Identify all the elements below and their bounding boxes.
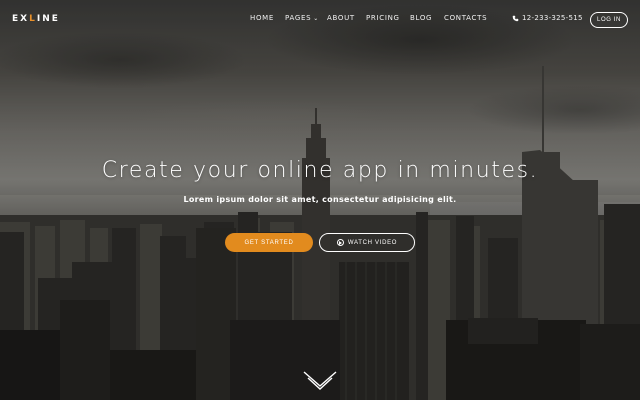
play-circle-icon xyxy=(336,239,344,246)
hero-subtitle: Lorem ipsum dolor sit amet, consectetur … xyxy=(183,195,457,204)
chevron-down-icon: ⌄ xyxy=(313,14,319,22)
watch-video-label: WATCH VIDEO xyxy=(347,239,398,246)
nav-item-about[interactable]: ABOUT xyxy=(327,14,355,22)
login-button[interactable]: LOG IN xyxy=(590,12,628,28)
phone-contact[interactable]: 12-233-325-515 xyxy=(512,14,583,22)
watch-video-button[interactable]: WATCH VIDEO xyxy=(319,233,415,252)
navbar: EXLINE HOME PAGES ⌄ ABOUT PRICING BLOG CO… xyxy=(0,0,640,40)
nav-item-blog[interactable]: BLOG xyxy=(410,14,432,22)
logo-text-suffix: INE xyxy=(36,14,60,24)
phone-icon xyxy=(512,15,519,21)
logo[interactable]: EXLINE xyxy=(12,14,60,24)
hero-title: Create your online app in minutes. xyxy=(101,158,539,183)
nav-item-contacts[interactable]: CONTACTS xyxy=(444,14,487,22)
get-started-button[interactable]: GET STARTED xyxy=(225,233,313,252)
double-chevron-down-icon[interactable] xyxy=(300,370,340,394)
nav-item-pages-label: PAGES xyxy=(285,14,312,22)
nav-item-pages[interactable]: PAGES ⌄ xyxy=(285,14,319,22)
nav-item-pricing[interactable]: PRICING xyxy=(366,14,400,22)
phone-number: 12-233-325-515 xyxy=(522,14,583,22)
logo-text-prefix: EX xyxy=(12,14,30,24)
nav-item-home[interactable]: HOME xyxy=(250,14,274,22)
logo-text-accent: L xyxy=(29,14,37,24)
